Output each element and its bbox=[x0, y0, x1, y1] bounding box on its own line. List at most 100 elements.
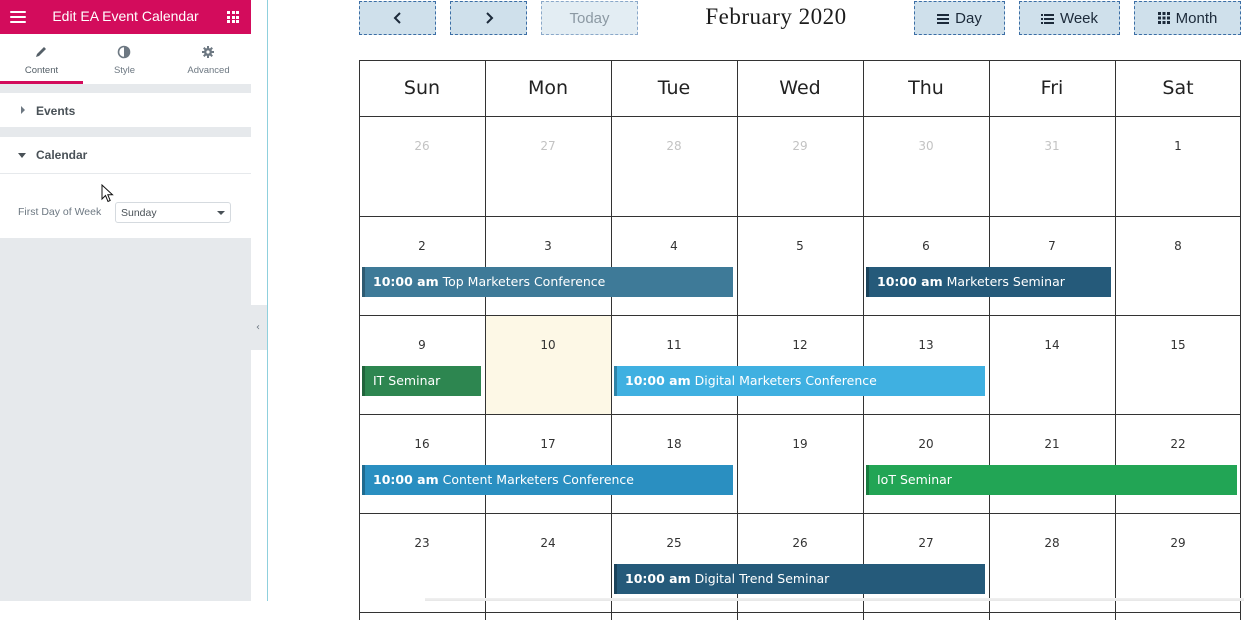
calendar-event[interactable]: 10:00 am Marketers Seminar bbox=[866, 267, 1111, 297]
day-cell[interactable] bbox=[359, 216, 485, 315]
day-cell[interactable] bbox=[1115, 216, 1241, 315]
day-number: 26 bbox=[414, 139, 430, 153]
day-number: 10 bbox=[540, 338, 556, 352]
day-number: 22 bbox=[1170, 437, 1186, 451]
day-cell[interactable] bbox=[989, 216, 1115, 315]
day-number: 5 bbox=[796, 239, 804, 253]
day-number: 17 bbox=[540, 437, 556, 451]
week-view-button[interactable]: Week bbox=[1019, 1, 1120, 35]
day-cell[interactable] bbox=[863, 216, 989, 315]
day-number: 9 bbox=[418, 338, 426, 352]
today-button[interactable]: Today bbox=[541, 1, 638, 35]
grid-line-vertical bbox=[359, 60, 360, 620]
event-title: Digital Marketers Conference bbox=[694, 373, 877, 388]
event-title: Content Marketers Conference bbox=[442, 472, 634, 487]
grid-line-vertical bbox=[485, 60, 486, 620]
day-cell[interactable] bbox=[485, 315, 611, 414]
day-number: 8 bbox=[1174, 239, 1182, 253]
section-events[interactable]: Events bbox=[0, 93, 251, 127]
day-number: 2 bbox=[418, 239, 426, 253]
day-cell[interactable] bbox=[611, 216, 737, 315]
day-number: 15 bbox=[1170, 338, 1186, 352]
preview-border bbox=[267, 0, 268, 601]
day-cell[interactable] bbox=[359, 116, 485, 216]
day-cell[interactable] bbox=[737, 216, 863, 315]
grid-line-horizontal bbox=[359, 414, 1241, 415]
day-number: 6 bbox=[922, 239, 930, 253]
panel-tabs: Content Style Advanced bbox=[0, 34, 251, 84]
section-calendar-label: Calendar bbox=[36, 148, 88, 162]
month-calendar-grid: Sun Mon Tue Wed Thu Fri Sat 26 27 28 29 30 31 1 2 3 4 5 6 7… bbox=[359, 60, 1241, 620]
day-number: 28 bbox=[666, 139, 682, 153]
day-cell[interactable] bbox=[359, 414, 485, 513]
month-view-button[interactable]: Month bbox=[1134, 1, 1241, 35]
day-number: 29 bbox=[1170, 536, 1186, 550]
mouse-cursor-icon bbox=[101, 184, 114, 203]
tab-advanced[interactable]: Advanced bbox=[167, 34, 250, 84]
chevron-left-icon bbox=[393, 12, 401, 24]
gear-icon bbox=[202, 46, 214, 58]
event-time: 10:00 am bbox=[373, 472, 439, 487]
prev-month-button[interactable] bbox=[359, 1, 436, 35]
day-cell[interactable] bbox=[1115, 315, 1241, 414]
day-cell[interactable] bbox=[611, 116, 737, 216]
calendar-event[interactable]: 10:00 am Digital Trend Seminar bbox=[614, 564, 985, 594]
day-number: 12 bbox=[792, 338, 808, 352]
day-cell[interactable] bbox=[611, 414, 737, 513]
first-day-of-week-select[interactable]: Sunday bbox=[115, 202, 231, 223]
weekday-header-wed: Wed bbox=[779, 77, 821, 99]
tab-style-label: Style bbox=[113, 65, 136, 76]
day-number: 3 bbox=[544, 239, 552, 253]
day-cell[interactable] bbox=[737, 414, 863, 513]
day-number: 18 bbox=[666, 437, 682, 451]
section-calendar[interactable]: Calendar bbox=[0, 137, 251, 174]
grid-line-vertical bbox=[611, 60, 612, 620]
day-view-label: Day bbox=[955, 9, 982, 27]
weekday-header-mon: Mon bbox=[527, 77, 569, 99]
calendar-section-controls: First Day of Week Sunday bbox=[0, 174, 251, 238]
day-cell[interactable] bbox=[611, 315, 737, 414]
day-number: 20 bbox=[918, 437, 934, 451]
day-cell[interactable] bbox=[863, 315, 989, 414]
day-cell[interactable] bbox=[485, 216, 611, 315]
day-number: 4 bbox=[670, 239, 678, 253]
collapse-panel-button[interactable]: ‹ bbox=[251, 305, 268, 350]
day-cell[interactable] bbox=[359, 315, 485, 414]
day-cell[interactable] bbox=[989, 414, 1115, 513]
day-cell[interactable] bbox=[989, 315, 1115, 414]
lines-icon bbox=[937, 13, 950, 24]
grid-line-horizontal bbox=[359, 116, 1241, 117]
day-number: 31 bbox=[1044, 139, 1060, 153]
next-month-button[interactable] bbox=[450, 1, 527, 35]
event-title: Top Marketers Conference bbox=[442, 274, 606, 289]
chevron-right-icon bbox=[485, 12, 493, 24]
day-cell[interactable] bbox=[863, 414, 989, 513]
day-cell[interactable] bbox=[1115, 116, 1241, 216]
calendar-event[interactable]: 10:00 am Content Marketers Conference bbox=[362, 465, 733, 495]
day-cell[interactable] bbox=[737, 116, 863, 216]
widgets-grid-icon[interactable] bbox=[227, 11, 239, 23]
day-cell[interactable] bbox=[989, 116, 1115, 216]
calendar-event[interactable]: 10:00 am Digital Marketers Conference bbox=[614, 366, 985, 396]
day-number: 16 bbox=[414, 437, 430, 451]
day-cell[interactable] bbox=[863, 116, 989, 216]
tab-style[interactable]: Style bbox=[83, 34, 166, 84]
calendar-event[interactable]: 10:00 am Top Marketers Conference bbox=[362, 267, 733, 297]
panel-collapse-strip bbox=[251, 0, 268, 601]
day-cell[interactable] bbox=[485, 414, 611, 513]
day-cell[interactable] bbox=[1115, 414, 1241, 513]
today-button-label: Today bbox=[569, 9, 610, 27]
tab-content[interactable]: Content bbox=[0, 34, 83, 84]
day-view-button[interactable]: Day bbox=[914, 1, 1005, 35]
calendar-event[interactable]: IT Seminar bbox=[362, 366, 481, 396]
day-cell[interactable] bbox=[485, 116, 611, 216]
caret-right-icon bbox=[21, 106, 25, 114]
first-day-of-week-label: First Day of Week bbox=[18, 206, 102, 218]
list-icon bbox=[1040, 13, 1054, 24]
panel-title: Edit EA Event Calendar bbox=[52, 8, 199, 24]
calendar-event[interactable]: IoT Seminar bbox=[866, 465, 1237, 495]
pencil-icon bbox=[36, 47, 46, 57]
weekday-header-tue: Tue bbox=[657, 77, 691, 99]
event-time: 10:00 am bbox=[625, 571, 691, 586]
day-cell[interactable] bbox=[737, 315, 863, 414]
